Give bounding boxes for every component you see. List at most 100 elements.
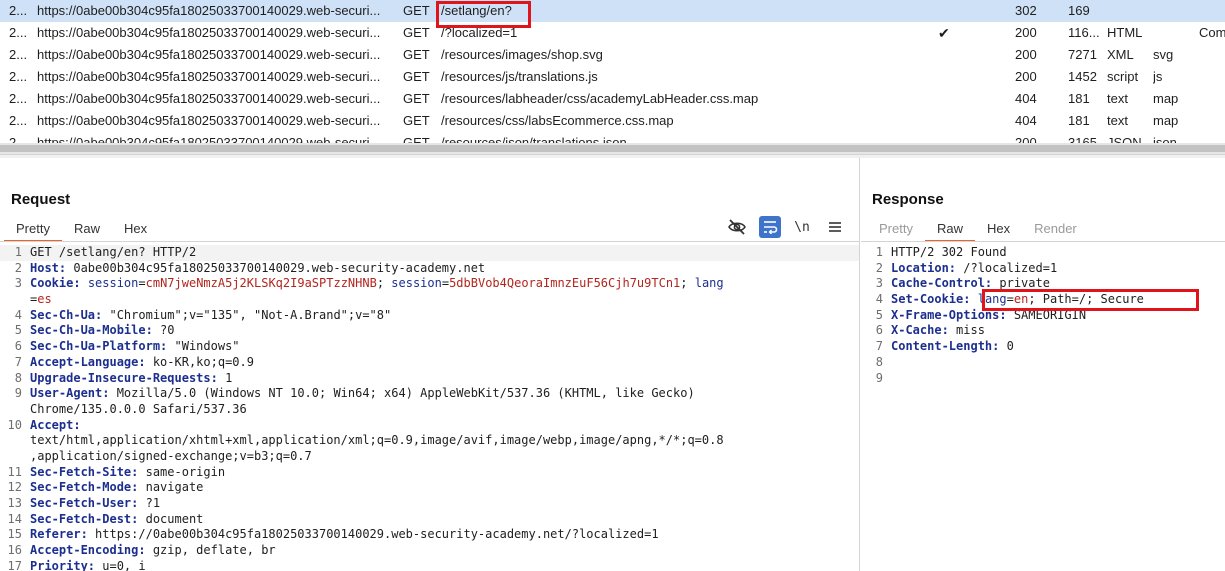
line-text: ,application/signed-exchange;v=b3;q=0.7 xyxy=(30,449,312,465)
row-method: GET xyxy=(403,113,430,128)
header-name: Referer: xyxy=(30,527,88,542)
tab-hex[interactable]: Hex xyxy=(112,218,159,240)
line-number: 4 xyxy=(875,292,883,307)
newline-toggle-button[interactable]: \n xyxy=(791,216,813,238)
line-text: Accept: xyxy=(30,418,81,434)
row-status: 200 xyxy=(1015,47,1037,62)
line-text: Sec-Fetch-User: ?1 xyxy=(30,496,160,512)
http-history-table[interactable]: 2... https://0abe00b304c95fa1802503370014… xyxy=(0,0,1225,146)
row-mime-type: text xyxy=(1107,91,1128,106)
header-name: Priority: xyxy=(30,558,96,571)
row-extension: svg xyxy=(1153,47,1174,62)
cookie-name: session xyxy=(391,276,442,291)
header-name: Sec-Fetch-Mode: xyxy=(30,480,139,495)
header-name: X-Frame-Options: xyxy=(891,307,1007,322)
code-line: 8 Upgrade-Insecure-Requests: 1 xyxy=(0,371,859,387)
code-line: text/html,application/xhtml+xml,applicat… xyxy=(0,433,859,449)
history-row[interactable]: 2... https://0abe00b304c95fa1802503370014… xyxy=(0,110,1225,132)
text-segment: https://0abe00b304c95fa18025033700140029… xyxy=(87,527,659,542)
history-row[interactable]: 2... https://0abe00b304c95fa1802503370014… xyxy=(0,88,1225,110)
row-mime-type: text xyxy=(1107,113,1128,128)
row-edited-mark: ✔ xyxy=(938,25,950,41)
code-line: 16 Accept-Encoding: gzip, deflate, br xyxy=(0,543,859,559)
line-number: 6 xyxy=(875,323,883,338)
header-name: Sec-Ch-Ua-Platform: xyxy=(30,339,168,354)
line-text: Upgrade-Insecure-Requests: 1 xyxy=(30,371,232,387)
tab-pretty[interactable]: Pretty xyxy=(867,218,925,240)
row-number: 2... xyxy=(9,113,28,128)
history-horizontal-scrollbar[interactable] xyxy=(0,143,1225,154)
line-text: Referer: https://0abe00b304c95fa18025033… xyxy=(30,527,659,543)
line-number: 12 xyxy=(7,480,22,495)
line-number: 8 xyxy=(14,370,22,385)
code-line: 15 Referer: https://0abe00b304c95fa180250… xyxy=(0,527,859,543)
code-line: 5 Sec-Ch-Ua-Mobile: ?0 xyxy=(0,323,859,339)
tab-pretty[interactable]: Pretty xyxy=(4,218,62,242)
row-method: GET xyxy=(403,69,430,84)
text-segment: Mozilla/5.0 (Windows NT 10.0; Win64; x64… xyxy=(109,386,695,401)
line-number: 8 xyxy=(875,354,883,369)
row-url: /?localized=1 xyxy=(441,25,518,40)
code-line: 1 HTTP/2 302 Found xyxy=(861,245,1225,261)
row-length: 7271 xyxy=(1068,47,1097,62)
text-segment: ?1 xyxy=(138,496,161,510)
header-name: Sec-Fetch-Dest: xyxy=(30,511,139,526)
text-segment: HTTP/2 302 Found xyxy=(891,245,1007,259)
text-segment: ; Path=/; Secure xyxy=(1028,292,1144,307)
header-name: Sec-Fetch-Site: xyxy=(30,464,139,479)
text-segment xyxy=(970,292,977,306)
history-row[interactable]: 2... https://0abe00b304c95fa1802503370014… xyxy=(0,44,1225,66)
line-text: text/html,application/xhtml+xml,applicat… xyxy=(30,433,724,449)
line-text: Chrome/135.0.0.0 Safari/537.36 xyxy=(30,402,247,418)
header-name: Sec-Fetch-User: xyxy=(30,496,139,510)
code-line: 14 Sec-Fetch-Dest: document xyxy=(0,512,859,528)
text-segment: ko-KR,ko;q=0.9 xyxy=(145,354,254,369)
row-status: 200 xyxy=(1015,25,1037,40)
row-extension: js xyxy=(1153,69,1163,84)
history-row[interactable]: 2... https://0abe00b304c95fa1802503370014… xyxy=(0,66,1225,88)
line-number: 4 xyxy=(14,307,22,322)
tab-raw[interactable]: Raw xyxy=(62,218,112,240)
header-name: Sec-Ch-Ua-Mobile: xyxy=(30,323,153,338)
line-text: Location: /?localized=1 xyxy=(891,261,1057,277)
code-line: 3 Cache-Control: private xyxy=(861,276,1225,292)
code-line: 2 Location: /?localized=1 xyxy=(861,261,1225,277)
text-segment: /?localized=1 xyxy=(956,260,1058,275)
request-editor[interactable]: 1 GET /setlang/en? HTTP/2 2 Host: 0abe00b30… xyxy=(0,245,859,571)
header-name: Upgrade-Insecure-Requests: xyxy=(30,370,218,385)
hamburger-menu-icon[interactable] xyxy=(824,216,846,238)
text-segment: gzip, deflate, br xyxy=(145,543,276,558)
eye-slash-icon[interactable] xyxy=(726,216,748,238)
code-line: 11 Sec-Fetch-Site: same-origin xyxy=(0,465,859,481)
text-segment: miss xyxy=(948,323,985,338)
tab-render[interactable]: Render xyxy=(1022,218,1089,240)
tab-hex[interactable]: Hex xyxy=(975,218,1022,240)
row-host: https://0abe00b304c95fa18025033700140029… xyxy=(37,47,381,62)
text-segment: Chrome/135.0.0.0 Safari/537.36 xyxy=(30,401,247,416)
history-row[interactable]: 2... https://0abe00b304c95fa1802503370014… xyxy=(0,22,1225,44)
header-name: X-Cache: xyxy=(891,323,949,338)
text-segment: GET /setlang/en? HTTP/2 xyxy=(30,245,197,259)
cookie-value: cmN7jweNmzA5j2KLSKq2I9aSPTzzNHNB xyxy=(145,276,377,291)
line-number: 1 xyxy=(14,245,22,259)
row-host: https://0abe00b304c95fa18025033700140029… xyxy=(37,3,381,18)
header-name: Cookie: xyxy=(30,276,81,291)
tab-raw[interactable]: Raw xyxy=(924,218,975,242)
row-status: 302 xyxy=(1015,3,1037,18)
line-text: X-Cache: miss xyxy=(891,323,985,339)
row-length: 116... xyxy=(1068,25,1100,40)
line-number: 9 xyxy=(14,386,22,401)
header-name: Accept-Language: xyxy=(30,354,146,369)
code-line: 10 Accept: xyxy=(0,418,859,434)
code-line: 12 Sec-Fetch-Mode: navigate xyxy=(0,480,859,496)
response-editor[interactable]: 1 HTTP/2 302 Found 2 Location: /?localized=… xyxy=(861,245,1225,571)
text-segment: ; xyxy=(376,276,392,291)
history-row[interactable]: 2... https://0abe00b304c95fa1802503370014… xyxy=(0,0,1225,22)
wrap-lines-icon[interactable] xyxy=(759,216,781,238)
line-number: 9 xyxy=(875,370,883,385)
header-name: Set-Cookie: xyxy=(891,292,971,307)
line-text: Sec-Fetch-Dest: document xyxy=(30,512,203,528)
line-number: 2 xyxy=(875,260,883,275)
row-url: /resources/images/shop.svg xyxy=(441,47,603,62)
history-scrollbar-thumb[interactable] xyxy=(0,145,1225,152)
